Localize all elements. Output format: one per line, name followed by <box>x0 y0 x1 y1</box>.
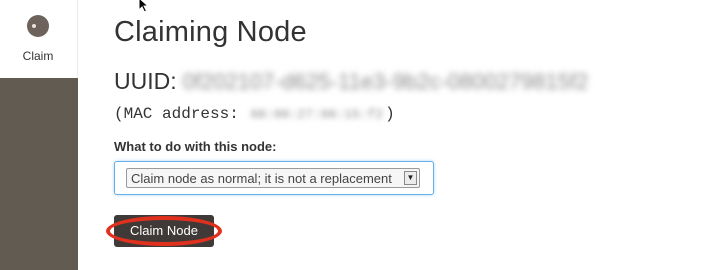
sidebar-item-claim[interactable]: Claim <box>0 0 78 78</box>
uuid-value: 0f202107-d625-11e3-9b2c-0800279815f2 <box>182 69 589 94</box>
page-title: Claiming Node <box>114 16 307 48</box>
action-select[interactable]: Claim node as normal; it is not a replac… <box>126 168 420 188</box>
claim-icon <box>27 15 49 37</box>
action-select-wrapper: Claim node as normal; it is not a replac… <box>114 161 434 195</box>
claim-node-button[interactable]: Claim Node <box>114 215 214 247</box>
claim-icon-dot <box>32 24 36 28</box>
uuid-label: UUID: <box>114 68 177 94</box>
mac-address-value: 08:00:27:98:15:f2 <box>250 107 384 122</box>
sidebar-panel <box>0 78 78 270</box>
mac-address-row: (MAC address: 08:00:27:98:15:f2) <box>114 105 395 123</box>
mac-address-suffix: ) <box>385 105 395 123</box>
mac-address-prefix: (MAC address: <box>114 105 239 123</box>
chevron-down-icon[interactable]: ▼ <box>404 171 417 185</box>
sidebar-item-label: Claim <box>22 49 54 63</box>
claim-node-page: Claim Claiming Node UUID: 0f202107-d625-1… <box>0 0 703 270</box>
action-select-label: What to do with this node: <box>114 139 277 154</box>
mouse-cursor-icon <box>138 0 150 13</box>
action-select-value: Claim node as normal; it is not a replac… <box>131 171 392 186</box>
uuid-row: UUID: 0f202107-d625-11e3-9b2c-0800279815f… <box>114 68 588 95</box>
